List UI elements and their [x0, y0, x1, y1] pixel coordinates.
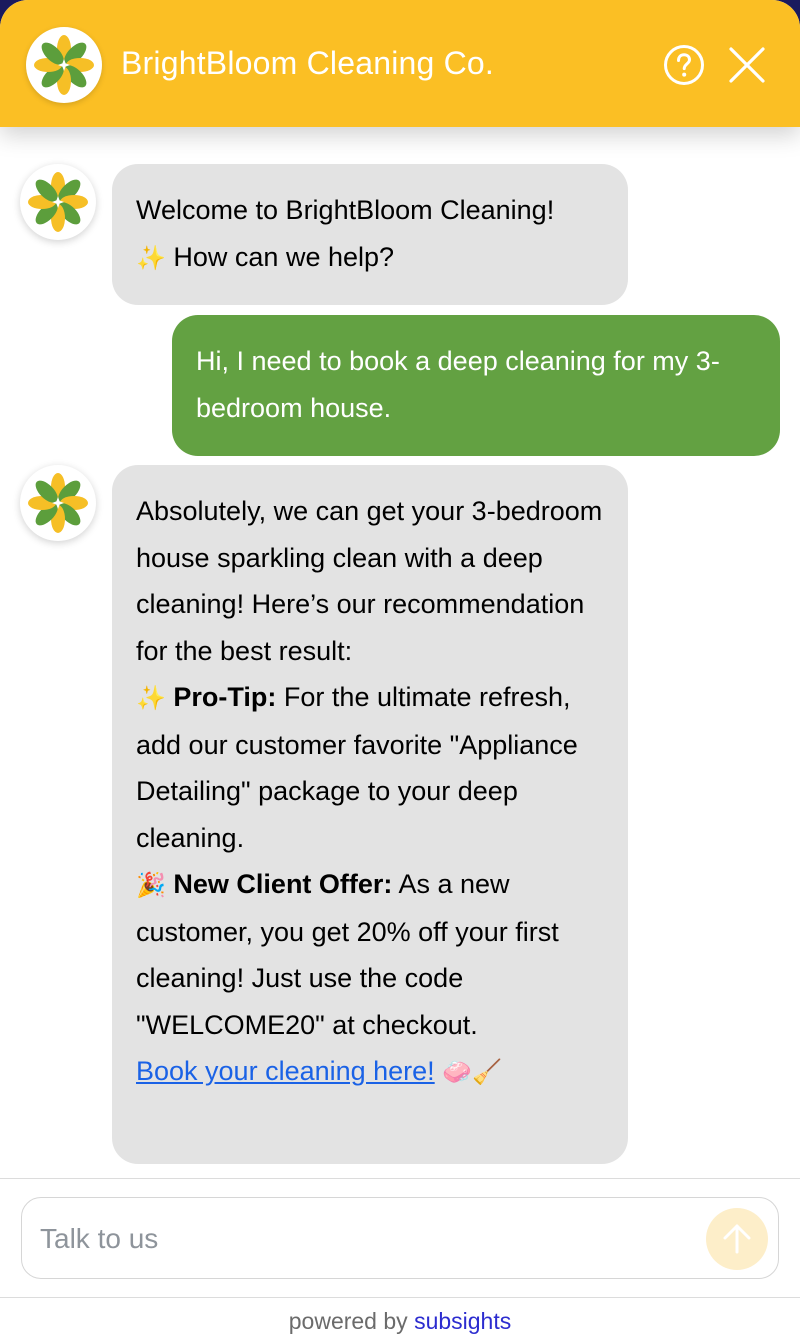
- tip-label: Pro-Tip:: [173, 682, 277, 712]
- message-text: How can we help?: [173, 241, 395, 272]
- flower-logo-icon: [28, 172, 88, 232]
- composer-divider: [0, 1178, 800, 1179]
- bot-message: Welcome to BrightBloom Cleaning! ✨ How c…: [112, 164, 628, 305]
- sparkles-icon: ✨: [136, 684, 166, 712]
- help-button[interactable]: [663, 44, 705, 86]
- bot-message: Absolutely, we can get your 3-bedroom ho…: [112, 465, 628, 1164]
- chat-title: BrightBloom Cleaning Co.: [121, 45, 494, 81]
- message-composer: [21, 1197, 779, 1279]
- sparkles-icon: ✨: [136, 243, 166, 272]
- message-text: Hi, I need to book a deep cleaning for m…: [196, 346, 720, 423]
- close-button[interactable]: [727, 45, 767, 85]
- flower-logo-icon: [26, 27, 102, 103]
- bot-avatar: [20, 164, 96, 240]
- powered-by-footer: powered by subsights: [0, 1298, 800, 1344]
- offer-label: New Client Offer:: [173, 869, 393, 899]
- flower-logo-icon: [28, 473, 88, 533]
- book-cleaning-link[interactable]: Book your cleaning here!: [136, 1056, 435, 1086]
- chat-header: BrightBloom Cleaning Co.: [0, 0, 800, 127]
- message-input[interactable]: [38, 1218, 682, 1260]
- message-text: Absolutely, we can get your 3-bedroom ho…: [136, 496, 603, 666]
- arrow-up-icon: [723, 1224, 751, 1254]
- message-line: Welcome to BrightBloom Cleaning!: [136, 195, 555, 225]
- bot-avatar: [20, 465, 96, 541]
- help-circle-icon: [664, 45, 704, 85]
- user-message: Hi, I need to book a deep cleaning for m…: [172, 315, 780, 456]
- soap-broom-icon: 🧼🧹: [442, 1058, 502, 1086]
- chat-widget: BrightBloom Cleaning Co. Welcome to Brig…: [0, 0, 800, 1344]
- message-line: ✨ How can we help?: [136, 234, 604, 282]
- subsights-link[interactable]: subsights: [414, 1308, 511, 1334]
- footer-prefix: powered by: [288, 1308, 408, 1334]
- send-button[interactable]: [706, 1208, 768, 1270]
- party-popper-icon: 🎉: [136, 871, 166, 899]
- close-icon: [729, 47, 765, 83]
